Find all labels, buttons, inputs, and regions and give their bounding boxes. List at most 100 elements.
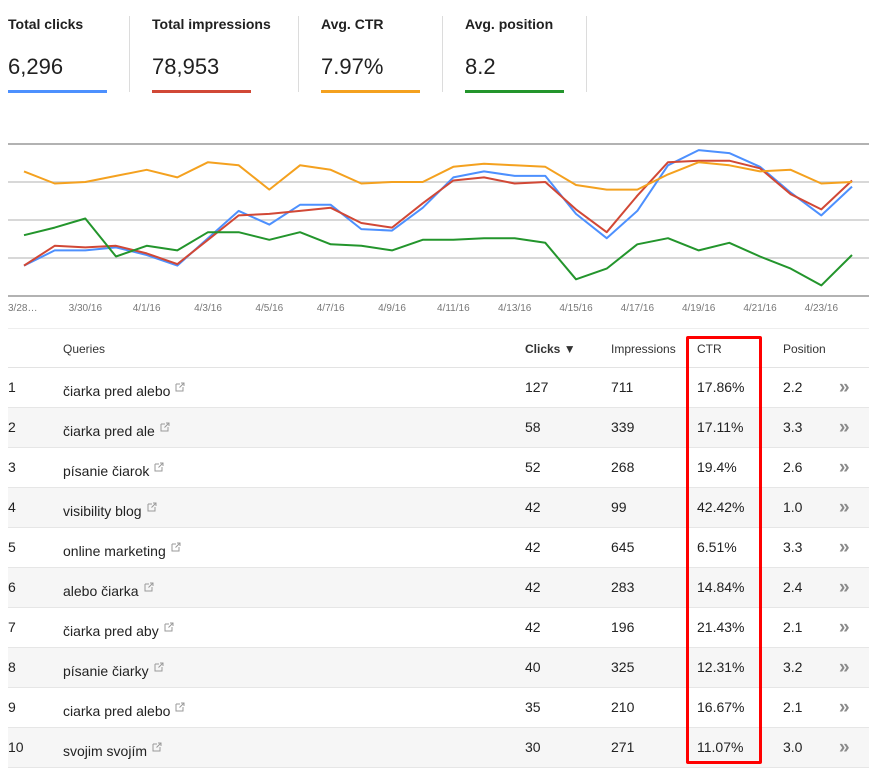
column-header-position[interactable]: Position <box>783 342 826 356</box>
external-link-icon[interactable] <box>160 419 170 432</box>
queries-table: Queries Clicks ▼ Impressions CTR Positio… <box>8 328 869 768</box>
query-text[interactable]: ciarka pred alebo <box>63 703 170 719</box>
table-row[interactable]: 4 visibility blog 42 99 42.42% 1.0 » <box>8 488 869 528</box>
impressions-cell: 196 <box>611 619 635 635</box>
external-link-icon[interactable] <box>144 579 154 592</box>
row-details-icon[interactable]: » <box>839 497 849 519</box>
table-row[interactable]: 6 alebo čiarka 42 283 14.84% 2.4 » <box>8 568 869 608</box>
external-link-icon[interactable] <box>175 699 185 712</box>
table-row[interactable]: 8 písanie čiarky 40 325 12.31% 3.2 » <box>8 648 869 688</box>
table-row[interactable]: 5 online marketing 42 645 6.51% 3.3 » <box>8 528 869 568</box>
external-link-icon[interactable] <box>154 459 164 472</box>
row-rank: 4 <box>8 499 16 515</box>
table-row[interactable]: 2 čiarka pred ale 58 339 17.11% 3.3 » <box>8 408 869 448</box>
position-cell: 2.4 <box>783 579 803 595</box>
column-header-impressions[interactable]: Impressions <box>611 342 676 356</box>
query-text[interactable]: písanie čiarok <box>63 463 149 479</box>
query-cell: svojim svojím <box>63 739 162 759</box>
metric-color-bar <box>8 90 107 93</box>
row-rank: 8 <box>8 659 16 675</box>
row-details-icon[interactable]: » <box>839 537 849 559</box>
clicks-cell: 127 <box>525 379 549 395</box>
table-row[interactable]: 3 písanie čiarok 52 268 19.4% 2.6 » <box>8 448 869 488</box>
position-cell: 2.1 <box>783 699 803 715</box>
position-cell: 3.3 <box>783 539 803 555</box>
ctr-cell: 16.67% <box>697 699 745 715</box>
row-details-icon[interactable]: » <box>839 657 849 679</box>
x-tick-label: 4/13/16 <box>498 303 532 314</box>
x-tick-label: 4/19/16 <box>682 303 716 314</box>
x-tick-label: 4/7/16 <box>317 303 345 314</box>
row-rank: 6 <box>8 579 16 595</box>
row-details-icon[interactable]: » <box>839 377 849 399</box>
impressions-cell: 645 <box>611 539 635 555</box>
query-text[interactable]: čiarka pred alebo <box>63 383 170 399</box>
row-rank: 3 <box>8 459 16 475</box>
row-details-icon[interactable]: » <box>839 417 849 439</box>
row-details-icon[interactable]: » <box>839 577 849 599</box>
ctr-cell: 12.31% <box>697 659 745 675</box>
external-link-icon[interactable] <box>152 739 162 752</box>
series-line-avg-position[interactable] <box>23 217 853 287</box>
table-row[interactable]: 9 ciarka pred alebo 35 210 16.67% 2.1 » <box>8 688 869 728</box>
impressions-cell: 711 <box>611 379 634 395</box>
ctr-cell: 19.4% <box>697 459 737 475</box>
row-rank: 1 <box>8 379 16 395</box>
column-header-queries[interactable]: Queries <box>63 342 105 356</box>
row-details-icon[interactable]: » <box>839 697 849 719</box>
table-row[interactable]: 7 čiarka pred aby 42 196 21.43% 2.1 » <box>8 608 869 648</box>
external-link-icon[interactable] <box>147 499 157 512</box>
external-link-icon[interactable] <box>171 539 181 552</box>
series-line-total-impressions[interactable] <box>23 159 853 267</box>
clicks-cell: 30 <box>525 739 541 755</box>
query-text[interactable]: čiarka pred aby <box>63 623 159 639</box>
column-header-ctr[interactable]: CTR <box>697 342 722 356</box>
external-link-icon[interactable] <box>175 379 185 392</box>
external-link-icon[interactable] <box>154 659 164 672</box>
query-text[interactable]: svojim svojím <box>63 743 147 759</box>
query-text[interactable]: visibility blog <box>63 503 142 519</box>
query-text[interactable]: online marketing <box>63 543 166 559</box>
metric-value: 7.97% <box>321 54 384 79</box>
series-line-total-clicks[interactable] <box>23 149 853 267</box>
query-text[interactable]: alebo čiarka <box>63 583 139 599</box>
external-link-icon[interactable] <box>164 619 174 632</box>
clicks-cell: 40 <box>525 659 541 675</box>
row-rank: 2 <box>8 419 16 435</box>
query-text[interactable]: čiarka pred ale <box>63 423 155 439</box>
series-line-avg-ctr[interactable] <box>23 161 853 191</box>
metric-divider <box>442 16 443 92</box>
clicks-cell: 42 <box>525 499 541 515</box>
row-details-icon[interactable]: » <box>839 617 849 639</box>
clicks-cell: 42 <box>525 579 541 595</box>
clicks-cell: 42 <box>525 619 541 635</box>
metric-value: 8.2 <box>465 54 496 79</box>
row-rank: 10 <box>8 739 24 755</box>
ctr-cell: 21.43% <box>697 619 745 635</box>
metric-label: Avg. position <box>465 16 554 32</box>
x-tick-label: 4/1/16 <box>133 303 161 314</box>
x-tick-label: 4/9/16 <box>378 303 406 314</box>
query-text[interactable]: písanie čiarky <box>63 663 149 679</box>
column-header-clicks[interactable]: Clicks ▼ <box>525 342 576 356</box>
metric-color-bar <box>152 90 251 93</box>
position-cell: 1.0 <box>783 499 803 515</box>
row-details-icon[interactable]: » <box>839 457 849 479</box>
position-cell: 2.6 <box>783 459 803 475</box>
query-cell: alebo čiarka <box>63 579 154 599</box>
table-row[interactable]: 1 čiarka pred alebo 127 711 17.86% 2.2 » <box>8 368 869 408</box>
query-cell: čiarka pred aby <box>63 619 174 639</box>
row-details-icon[interactable]: » <box>839 737 849 759</box>
x-tick-label: 4/11/16 <box>437 303 470 314</box>
query-cell: čiarka pred ale <box>63 419 170 439</box>
position-cell: 3.3 <box>783 419 803 435</box>
ctr-cell: 6.51% <box>697 539 737 555</box>
position-cell: 3.2 <box>783 659 803 675</box>
performance-chart: 3/28… 3/30/16 4/1/16 4/3/16 4/5/16 4/7/16 4/9/… <box>0 130 873 325</box>
x-tick-label: 4/5/16 <box>255 303 283 314</box>
ctr-cell: 42.42% <box>697 499 745 515</box>
clicks-cell: 42 <box>525 539 541 555</box>
line-chart: 3/28… 3/30/16 4/1/16 4/3/16 4/5/16 4/7/16 4/9/… <box>8 143 869 314</box>
x-tick-label: 4/15/16 <box>559 303 593 314</box>
table-row[interactable]: 10 svojim svojím 30 271 11.07% 3.0 » <box>8 728 869 768</box>
